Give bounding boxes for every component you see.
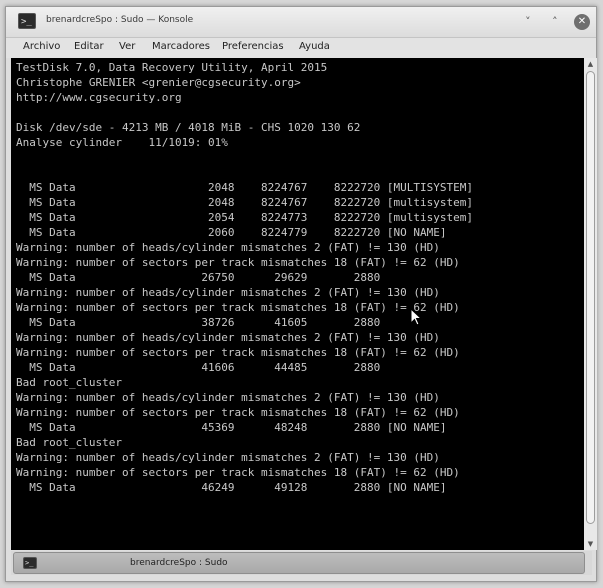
tab-session[interactable]: >_ brenardcreSpo : Sudo: [13, 552, 585, 574]
window-title: brenardcreSpo : Sudo — Konsole: [46, 15, 194, 25]
menu-bar: Archivo Editar Ver Marcadores Preferenci…: [6, 38, 596, 58]
terminal-line: Warning: number of sectors per track mis…: [16, 466, 460, 479]
terminal-line: MS Data 2048 8224767 8222720 [MULTISYSTE…: [16, 181, 473, 194]
scroll-thumb[interactable]: [586, 71, 595, 524]
terminal-line: http://www.cgsecurity.org: [16, 91, 182, 104]
terminal-line: Warning: number of heads/cylinder mismat…: [16, 286, 440, 299]
konsole-window: >_ brenardcreSpo : Sudo — Konsole ˅ ˄ ✕ …: [5, 6, 597, 582]
terminal-line: TestDisk 7.0, Data Recovery Utility, Apr…: [16, 61, 328, 74]
terminal-output[interactable]: TestDisk 7.0, Data Recovery Utility, Apr…: [11, 58, 584, 550]
menu-preferencias[interactable]: Preferencias: [222, 41, 284, 52]
menu-ver[interactable]: Ver: [119, 41, 135, 52]
terminal-line: MS Data 46249 49128 2880 [NO NAME]: [16, 481, 447, 494]
terminal-line: Warning: number of heads/cylinder mismat…: [16, 391, 440, 404]
terminal-line: MS Data 45369 48248 2880 [NO NAME]: [16, 421, 447, 434]
tab-bar: >_ brenardcreSpo : Sudo: [11, 551, 592, 575]
terminal-line: Bad root_cluster: [16, 436, 122, 449]
window-controls: ˅ ˄ ✕: [514, 14, 590, 30]
terminal-line: MS Data 26750 29629 2880: [16, 271, 381, 284]
minimize-button[interactable]: ˅: [520, 14, 536, 30]
terminal-line: Warning: number of heads/cylinder mismat…: [16, 331, 440, 344]
terminal-line: MS Data 2054 8224773 8222720 [multisyste…: [16, 211, 473, 224]
terminal-icon[interactable]: >_: [18, 13, 36, 29]
menu-archivo[interactable]: Archivo: [23, 41, 60, 52]
title-bar[interactable]: >_ brenardcreSpo : Sudo — Konsole ˅ ˄ ✕: [6, 7, 596, 38]
terminal-line: Disk /dev/sde - 4213 MB / 4018 MiB - CHS…: [16, 121, 361, 134]
terminal-icon: >_: [23, 557, 37, 569]
vertical-scrollbar[interactable]: ▲ ▼: [584, 58, 597, 550]
tab-label: brenardcreSpo : Sudo: [130, 558, 228, 568]
terminal-line: MS Data 38726 41605 2880: [16, 316, 381, 329]
close-button[interactable]: ✕: [574, 14, 590, 30]
scroll-up-button[interactable]: ▲: [584, 58, 597, 70]
menu-editar[interactable]: Editar: [74, 41, 104, 52]
terminal-line: Analyse cylinder 11/1019: 01%: [16, 136, 228, 149]
terminal-line: Warning: number of sectors per track mis…: [16, 346, 460, 359]
terminal-line: Warning: number of sectors per track mis…: [16, 301, 460, 314]
scroll-track[interactable]: [586, 71, 595, 537]
terminal-line: Warning: number of heads/cylinder mismat…: [16, 241, 440, 254]
terminal-line: Christophe GRENIER <grenier@cgsecurity.o…: [16, 76, 301, 89]
menu-ayuda[interactable]: Ayuda: [299, 41, 330, 52]
terminal-line: Warning: number of sectors per track mis…: [16, 256, 460, 269]
terminal-line: Warning: number of heads/cylinder mismat…: [16, 451, 440, 464]
menu-marcadores[interactable]: Marcadores: [152, 41, 210, 52]
scroll-down-button[interactable]: ▼: [584, 538, 597, 550]
terminal-line: MS Data 41606 44485 2880: [16, 361, 381, 374]
terminal-line: MS Data 2060 8224779 8222720 [NO NAME]: [16, 226, 447, 239]
terminal-line: MS Data 2048 8224767 8222720 [multisyste…: [16, 196, 473, 209]
mouse-pointer-icon: [410, 308, 422, 326]
terminal-line: Bad root_cluster: [16, 376, 122, 389]
maximize-button[interactable]: ˄: [547, 14, 563, 30]
terminal-line: Warning: number of sectors per track mis…: [16, 406, 460, 419]
